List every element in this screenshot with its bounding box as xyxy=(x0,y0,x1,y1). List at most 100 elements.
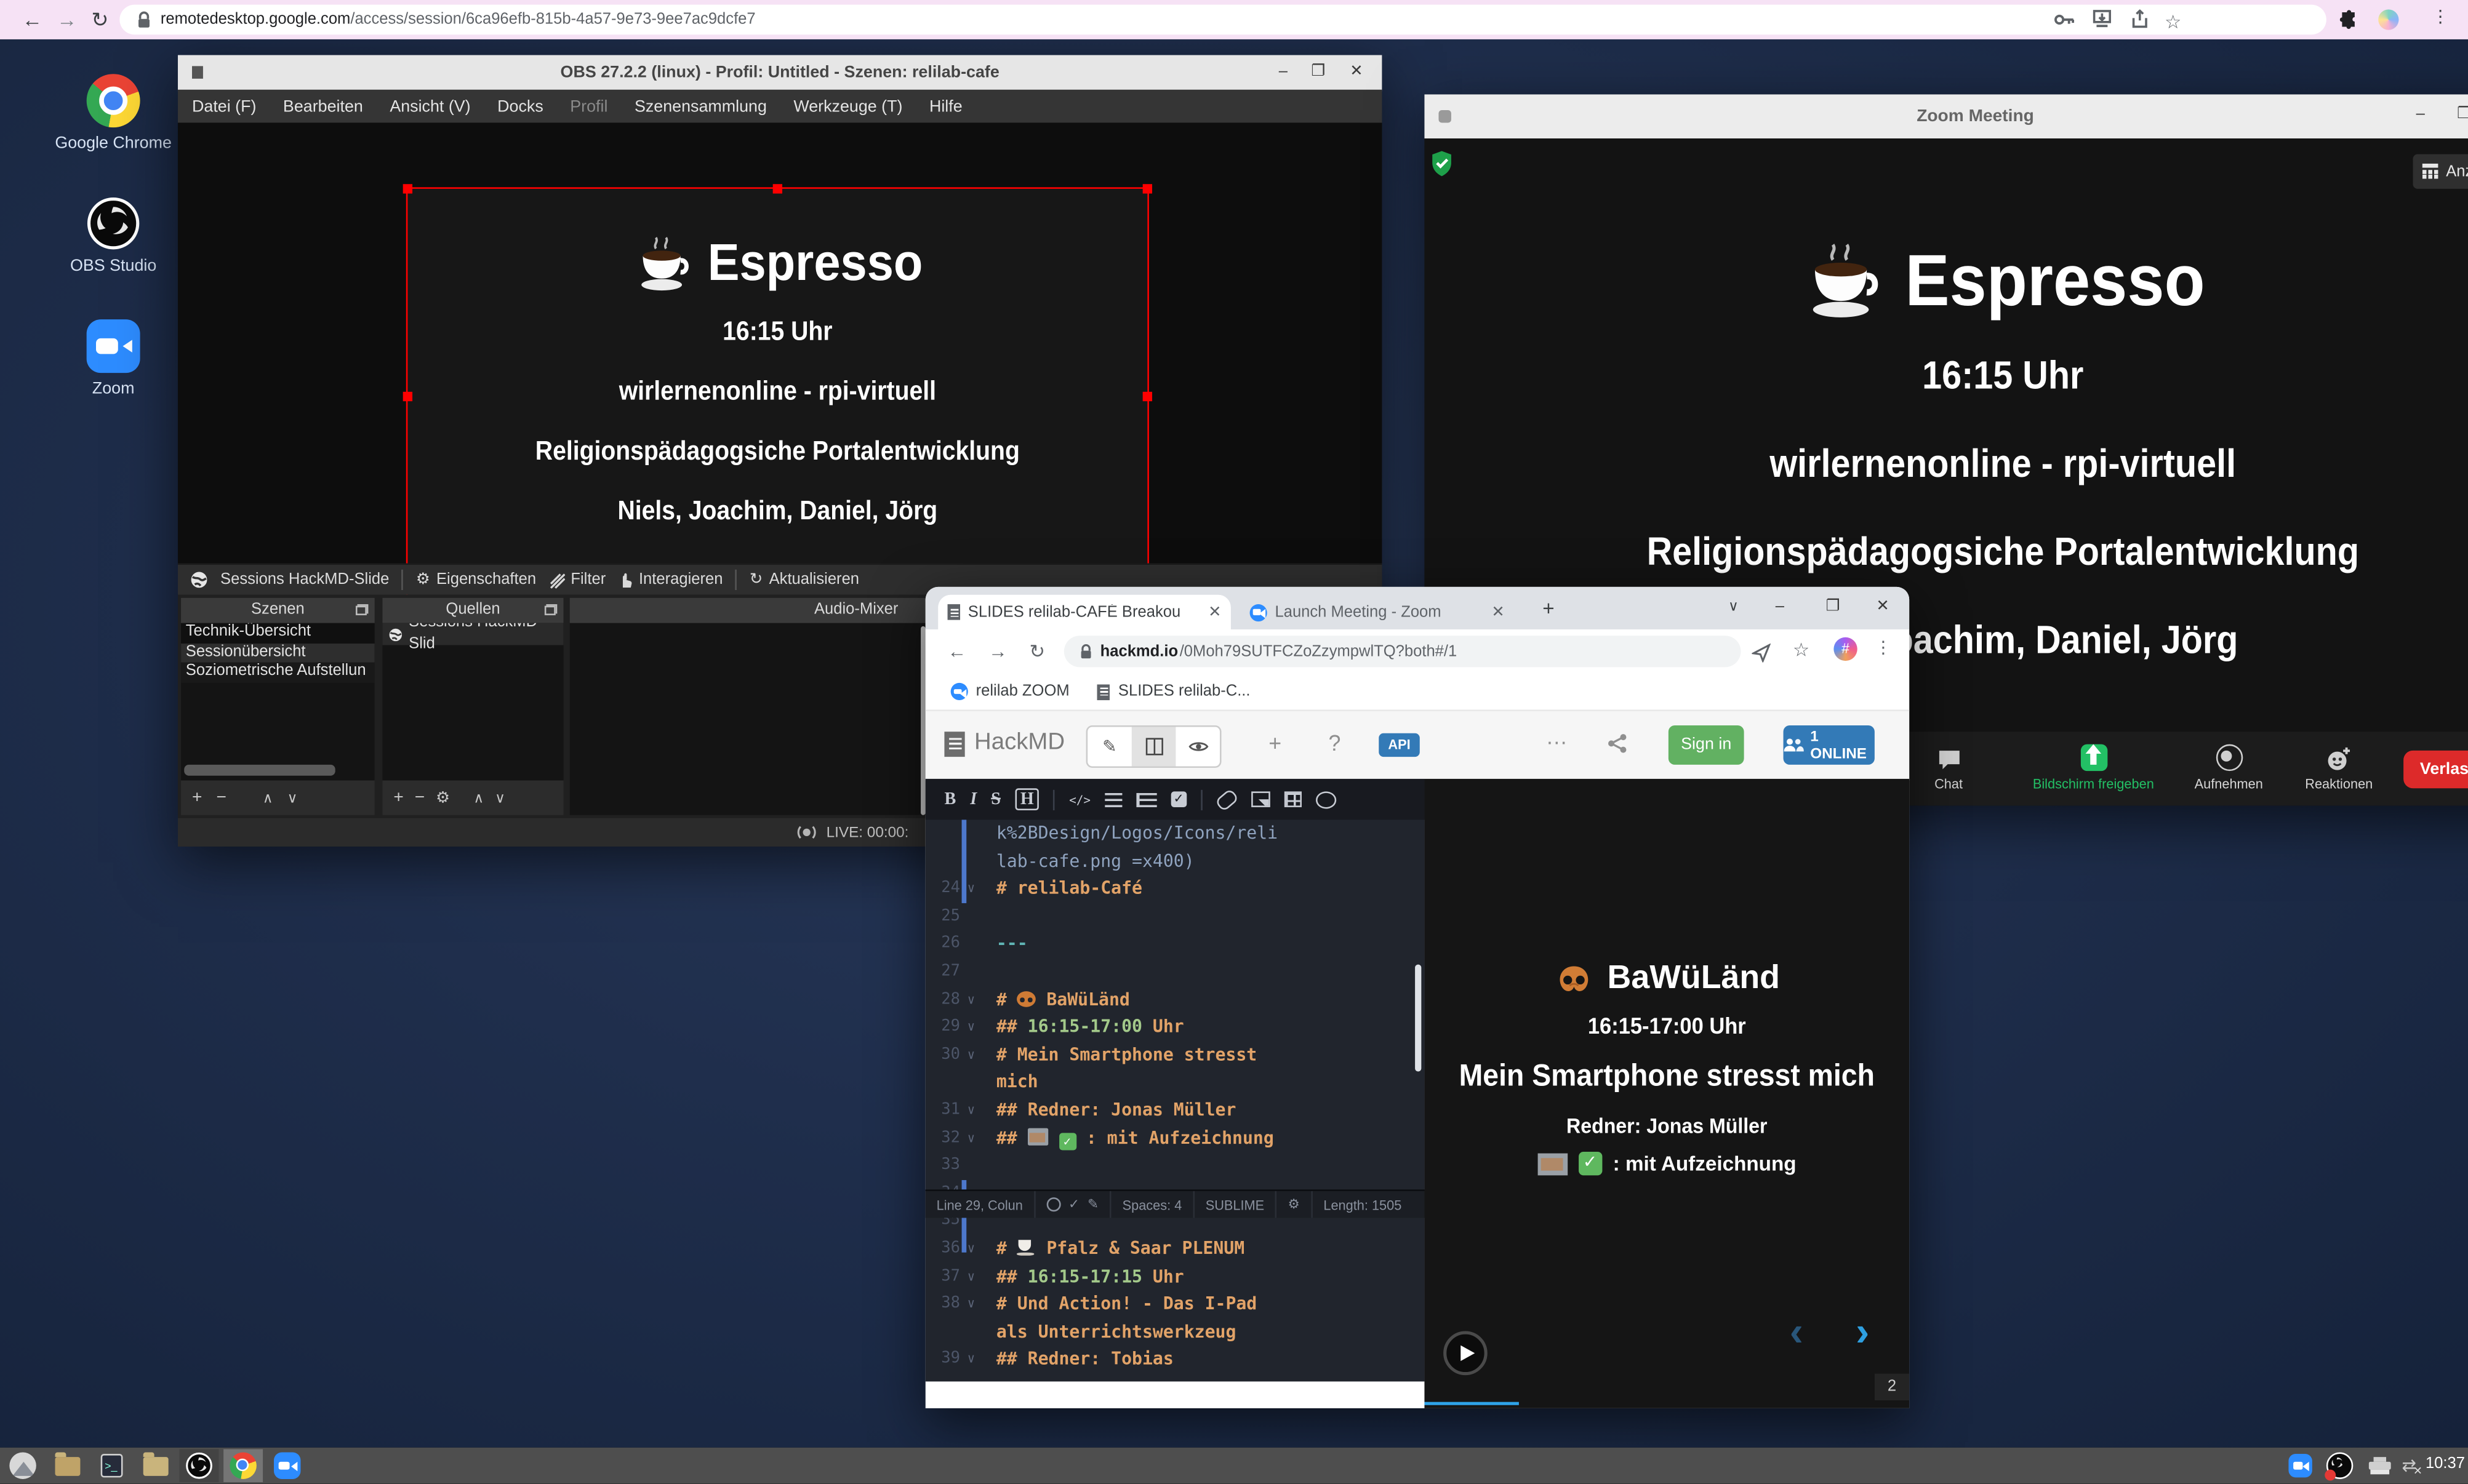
move-up-button[interactable]: ∧ xyxy=(473,789,484,807)
desktop-icon-obs[interactable]: OBS Studio xyxy=(50,197,177,276)
fold-chevron-icon[interactable]: ∨ xyxy=(960,1346,982,1373)
back-icon[interactable]: ← xyxy=(22,0,42,39)
maximize-icon[interactable]: ❐ xyxy=(1311,63,1325,80)
numbered-list-icon[interactable] xyxy=(1136,792,1156,807)
tray-printer[interactable] xyxy=(2360,1449,2399,1482)
address-bar[interactable]: remotedesktop.google.com/access/session/… xyxy=(119,5,2326,35)
editor-line[interactable]: 30∨# Mein Smartphone stresst xyxy=(926,1041,1425,1069)
fold-chevron-icon[interactable]: ∨ xyxy=(960,1096,982,1124)
add-scene-button[interactable]: + xyxy=(192,788,202,807)
taskbar-terminal[interactable]: >_ xyxy=(91,1449,130,1482)
properties-button[interactable]: ⚙Eigenschaften xyxy=(416,571,536,588)
security-shield-icon[interactable] xyxy=(1431,151,1453,177)
close-icon[interactable]: ✕ xyxy=(1350,63,1363,80)
strikethrough-button[interactable]: S xyxy=(991,790,1001,809)
code-button[interactable]: </> xyxy=(1069,792,1091,807)
editor-line[interactable]: 26--- xyxy=(926,930,1425,958)
indent-setting[interactable]: Spaces: 4 xyxy=(1112,1191,1195,1218)
record-button[interactable]: Aufnehmen xyxy=(2166,740,2292,791)
horizontal-scrollbar[interactable] xyxy=(184,765,335,776)
settings-wrench-icon[interactable]: ⚙ xyxy=(1277,1191,1313,1218)
taskbar-documents[interactable] xyxy=(47,1449,87,1482)
prev-slide-icon[interactable]: ‹ xyxy=(1790,1322,1803,1341)
maximize-icon[interactable]: ❐ xyxy=(2457,105,2468,122)
fold-chevron-icon[interactable]: ∨ xyxy=(960,986,982,1013)
reactions-button[interactable]: Reaktionen xyxy=(2276,740,2402,791)
menu-profil[interactable]: Profil xyxy=(570,97,607,116)
move-up-button[interactable]: ∧ xyxy=(263,789,273,807)
editor-line[interactable]: lab-cafe.png =x400) xyxy=(926,847,1425,875)
taskbar-launcher[interactable] xyxy=(3,1449,42,1482)
scene-item[interactable]: Technik-Übersicht xyxy=(181,623,375,643)
tray-obs-recording[interactable] xyxy=(2320,1449,2360,1482)
editor-line[interactable]: 28∨# BaWüLänd xyxy=(926,986,1425,1013)
menu-szenensammlung[interactable]: Szenensammlung xyxy=(635,97,767,116)
bookmark-star-icon[interactable]: ☆ xyxy=(2165,10,2182,33)
new-tab-icon[interactable]: + xyxy=(1542,596,1554,620)
fold-chevron-icon[interactable]: ∨ xyxy=(960,1124,982,1152)
keymap-setting[interactable]: SUBLIME xyxy=(1195,1191,1277,1218)
menu-docks[interactable]: Docks xyxy=(497,97,543,116)
editor-line[interactable]: 37∨## 16:15-17:15 Uhr xyxy=(926,1263,1425,1290)
autoplay-button[interactable] xyxy=(1443,1331,1488,1376)
split-mode-button[interactable] xyxy=(1132,727,1176,767)
bold-button[interactable]: B xyxy=(944,790,956,809)
tab-slides[interactable]: SLIDES relilab-CAFÉ Breakou ✕ xyxy=(938,595,1231,629)
key-icon[interactable] xyxy=(2054,11,2074,33)
profile-avatar[interactable]: # xyxy=(1833,637,1857,661)
editor-line[interactable]: 29∨## 16:15-17:00 Uhr xyxy=(926,1013,1425,1041)
menu-werkzeuge[interactable]: Werkzeuge (T) xyxy=(793,97,902,116)
view-button[interactable]: Anze xyxy=(2413,154,2468,189)
forward-icon[interactable]: → xyxy=(988,640,1008,663)
install-icon[interactable] xyxy=(2092,9,2112,33)
image-icon[interactable] xyxy=(1251,791,1270,807)
source-properties-icon[interactable]: ⚙ xyxy=(436,789,450,807)
leave-meeting-button[interactable]: Verlassen xyxy=(2403,751,2468,788)
minimize-icon[interactable]: – xyxy=(2416,105,2425,122)
next-slide-icon[interactable]: › xyxy=(1856,1322,1869,1341)
selection-handle[interactable] xyxy=(403,392,412,401)
editor-line[interactable]: 31∨## Redner: Jonas Müller xyxy=(926,1096,1425,1124)
address-bar[interactable]: hackmd.io/0Moh79SUTFCZoZzympwlTQ?both#/1 xyxy=(1064,636,1741,667)
editor-line[interactable]: 39∨## Redner: Tobias xyxy=(926,1346,1425,1373)
reload-icon[interactable]: ↻ xyxy=(91,0,108,39)
obs-preview-canvas[interactable]: Espresso 16:15 Uhr wirlernenonline - rpi… xyxy=(178,122,1382,563)
menu-ansicht[interactable]: Ansicht (V) xyxy=(390,97,470,116)
obs-slide-source[interactable]: Espresso 16:15 Uhr wirlernenonline - rpi… xyxy=(406,187,1149,605)
close-tab-icon[interactable]: ✕ xyxy=(1208,604,1221,621)
quellen-header[interactable]: Quellen xyxy=(382,598,563,623)
sign-in-button[interactable]: Sign in xyxy=(1669,725,1744,765)
minimize-icon[interactable]: – xyxy=(1776,598,1784,615)
back-icon[interactable]: ← xyxy=(948,640,967,663)
send-icon[interactable] xyxy=(1752,642,1771,670)
editor-line[interactable]: 24∨# relilab-Café xyxy=(926,875,1425,903)
online-users-button[interactable]: 1 ONLINE xyxy=(1784,725,1875,765)
refresh-button[interactable]: ↻Aktualisieren xyxy=(750,571,859,588)
edit-mode-button[interactable]: ✎ xyxy=(1088,727,1132,767)
selection-handle[interactable] xyxy=(403,184,412,193)
help-button[interactable]: ? xyxy=(1328,730,1340,756)
forward-icon[interactable]: → xyxy=(57,0,77,39)
editor-line[interactable]: 38∨# Und Action! - Das I-Pad xyxy=(926,1290,1425,1318)
remove-source-button[interactable]: − xyxy=(415,788,425,807)
close-tab-icon[interactable]: ✕ xyxy=(1491,604,1504,621)
menu-dots-icon[interactable]: ⋮ xyxy=(1875,637,1892,658)
taskbar-zoom[interactable] xyxy=(268,1449,307,1482)
move-down-button[interactable]: ∨ xyxy=(287,789,298,807)
editor-line[interactable]: 36∨# Pfalz & Saar PLENUM xyxy=(926,1235,1425,1263)
desktop-icon-chrome[interactable]: Google Chrome xyxy=(50,74,177,153)
menu-hilfe[interactable]: Hilfe xyxy=(929,97,963,116)
fold-chevron-icon[interactable]: ∨ xyxy=(960,1290,982,1318)
taskbar-chrome-active[interactable] xyxy=(223,1449,263,1482)
menu-bearbeiten[interactable]: Bearbeiten xyxy=(283,97,363,116)
tab-zoom-launch[interactable]: Launch Meeting - Zoom ✕ xyxy=(1240,595,1514,629)
obs-titlebar[interactable]: OBS 27.2.2 (linux) - Profil: Untitled - … xyxy=(178,55,1382,92)
fold-chevron-icon[interactable]: ∨ xyxy=(960,1041,982,1069)
editor-line[interactable]: mich xyxy=(926,1069,1425,1096)
maximize-icon[interactable]: ❐ xyxy=(1826,598,1840,615)
scene-item[interactable]: Soziometrische Aufstellun xyxy=(181,663,375,682)
add-source-button[interactable]: + xyxy=(393,788,403,807)
editor-line[interactable]: 27 xyxy=(926,958,1425,986)
selection-handle[interactable] xyxy=(1143,392,1152,401)
share-icon[interactable] xyxy=(2131,9,2149,33)
